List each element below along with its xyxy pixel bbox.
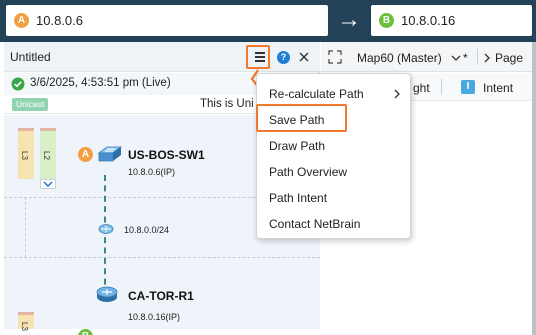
toolbar-partial-label[interactable]: ght <box>413 81 430 95</box>
hop-b-ip: 10.8.0.16(IP) <box>128 312 181 322</box>
chevron-right-icon[interactable] <box>483 53 491 63</box>
menu-item-path-overview[interactable]: Path Overview <box>257 160 412 184</box>
status-text: 3/6/2025, 4:53:51 pm (Live) <box>30 77 171 89</box>
menu-item-label: Draw Path <box>269 139 326 153</box>
router-icon[interactable] <box>95 285 119 303</box>
close-icon[interactable] <box>297 50 311 64</box>
separator <box>25 197 26 257</box>
modified-marker: * <box>463 51 468 65</box>
panel-header: Untitled ? <box>4 42 320 72</box>
menu-item-recalculate-path[interactable]: Re-calculate Path <box>257 82 412 106</box>
subnet-icon[interactable] <box>98 223 114 235</box>
hop-a-badge: A <box>78 147 93 162</box>
toolbar-divider <box>441 79 442 95</box>
destination-field[interactable]: B 10.8.0.16 <box>371 5 532 36</box>
lane-expand-toggle[interactable] <box>40 179 56 189</box>
map-tab-label: Map60 (Master) <box>357 51 442 65</box>
hop-a-device[interactable]: US-BOS-SW1 <box>128 148 205 162</box>
panel-title: Untitled <box>10 50 51 64</box>
help-icon[interactable]: ? <box>277 51 290 64</box>
expand-icon[interactable] <box>328 50 342 64</box>
menu-item-draw-path[interactable]: Draw Path <box>257 134 412 158</box>
lane-l3: L3 <box>18 128 34 179</box>
chevron-down-icon <box>451 55 461 61</box>
source-field[interactable]: A 10.8.0.6 <box>6 5 328 36</box>
menu-item-label: Path Intent <box>269 191 328 205</box>
destination-input[interactable]: 10.8.0.16 <box>401 13 455 28</box>
lane-label-l2: L2 <box>41 151 51 160</box>
menu-item-label: Contact NetBrain <box>269 217 361 231</box>
lane-label-l3-bottom: L3 <box>19 322 29 331</box>
tab-divider <box>477 49 478 65</box>
source-input[interactable]: 10.8.0.6 <box>36 13 83 28</box>
subnet-label: 10.8.0.0/24 <box>124 225 170 235</box>
app-window: { "source_field": { "badge": "A", "value… <box>0 0 536 335</box>
chevron-right-icon <box>394 89 400 99</box>
menu-item-path-intent[interactable]: Path Intent <box>257 186 412 210</box>
scrollbar[interactable] <box>532 42 536 335</box>
check-circle-icon <box>11 77 25 91</box>
hop-b-badge: B <box>78 329 93 335</box>
source-badge: A <box>14 13 29 28</box>
arrow-right-icon: → <box>337 6 361 33</box>
map-tab-bar: Map60 (Master) * Page <box>321 42 536 72</box>
lane-l3-bottom: L3 <box>18 312 34 331</box>
tab-page[interactable]: Page <box>495 51 523 65</box>
path-menu: Re-calculate Path Save Path Draw Path Pa… <box>256 73 411 239</box>
save-path-highlight <box>256 104 347 132</box>
tab-map60[interactable]: Map60 (Master) * <box>357 42 477 72</box>
unicast-badge: Unicast <box>12 98 49 111</box>
separator <box>4 257 320 258</box>
intent-button[interactable]: I Intent <box>451 73 531 101</box>
intent-icon: I <box>461 80 475 94</box>
hop-b-device[interactable]: CA-TOR-R1 <box>128 289 194 303</box>
menu-item-contact-netbrain[interactable]: Contact NetBrain <box>257 212 412 236</box>
path-input-bar: A 10.8.0.6 → B 10.8.0.16 <box>0 0 536 42</box>
destination-badge: B <box>379 13 394 28</box>
chevron-down-icon <box>43 181 53 187</box>
intent-label: Intent <box>483 81 514 95</box>
lane-l2: L2 <box>40 128 56 179</box>
lane-label-l3: L3 <box>19 151 29 160</box>
switch-icon[interactable] <box>95 143 123 165</box>
menu-button-highlight <box>246 45 270 69</box>
hop-a-ip: 10.8.0.6(IP) <box>128 167 176 177</box>
path-type-text: This is Uni <box>200 98 254 110</box>
menu-item-label: Re-calculate Path <box>269 87 364 101</box>
path-link-line <box>104 175 106 295</box>
menu-item-label: Path Overview <box>269 165 348 179</box>
